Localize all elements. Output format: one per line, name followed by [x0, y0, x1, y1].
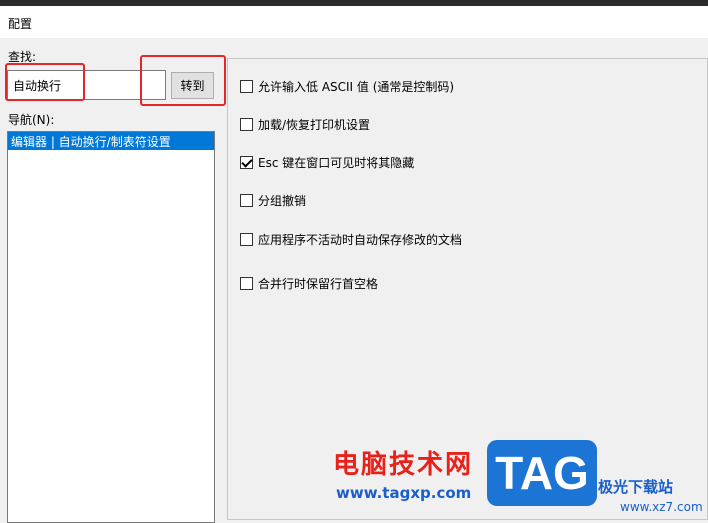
checkbox-allow-low-ascii[interactable]: [240, 80, 253, 93]
option-allow-low-ascii[interactable]: 允许输入低 ASCII 值 (通常是控制码): [240, 78, 454, 95]
option-label: 合并行时保留行首空格: [258, 277, 379, 291]
nav-item-editor-wrap[interactable]: 编辑器 | 自动换行/制表符设置: [8, 132, 214, 150]
highlight-box-goto: [140, 55, 226, 106]
option-label: 加载/恢复打印机设置: [258, 118, 371, 132]
nav-list[interactable]: 编辑器 | 自动换行/制表符设置: [7, 131, 215, 523]
checkbox-keep-leading-spaces[interactable]: [240, 277, 253, 290]
dialog-titlebar: 配置: [0, 6, 708, 38]
checkbox-group-undo[interactable]: [240, 194, 253, 207]
option-group-undo[interactable]: 分组撤销: [240, 192, 306, 209]
option-keep-leading-spaces[interactable]: 合并行时保留行首空格: [240, 275, 378, 292]
option-esc-hide[interactable]: Esc 键在窗口可见时将其隐藏: [240, 154, 414, 171]
checkbox-autosave-inactive[interactable]: [240, 233, 253, 246]
dialog-title: 配置: [8, 17, 33, 31]
option-autosave-inactive[interactable]: 应用程序不活动时自动保存修改的文档: [240, 231, 462, 248]
watermark-tag-logo: TAG: [487, 440, 597, 506]
option-label: Esc 键在窗口可见时将其隐藏: [258, 156, 415, 170]
watermark-brand-url: www.xz7.com: [620, 500, 703, 514]
watermark-site-name: 电脑技术网: [333, 450, 474, 480]
option-label: 允许输入低 ASCII 值 (通常是控制码): [258, 80, 455, 94]
option-label: 分组撤销: [258, 194, 307, 208]
highlight-box-search: [5, 63, 85, 101]
watermark-site-url: www.tagxp.com: [336, 484, 472, 502]
option-load-printer-settings[interactable]: 加载/恢复打印机设置: [240, 116, 370, 133]
checkbox-load-printer-settings[interactable]: [240, 118, 253, 131]
watermark-brand: 极光下载站: [598, 478, 674, 496]
nav-label: 导航(N):: [8, 113, 55, 127]
checkbox-esc-hide[interactable]: [240, 156, 253, 169]
option-label: 应用程序不活动时自动保存修改的文档: [258, 233, 463, 247]
